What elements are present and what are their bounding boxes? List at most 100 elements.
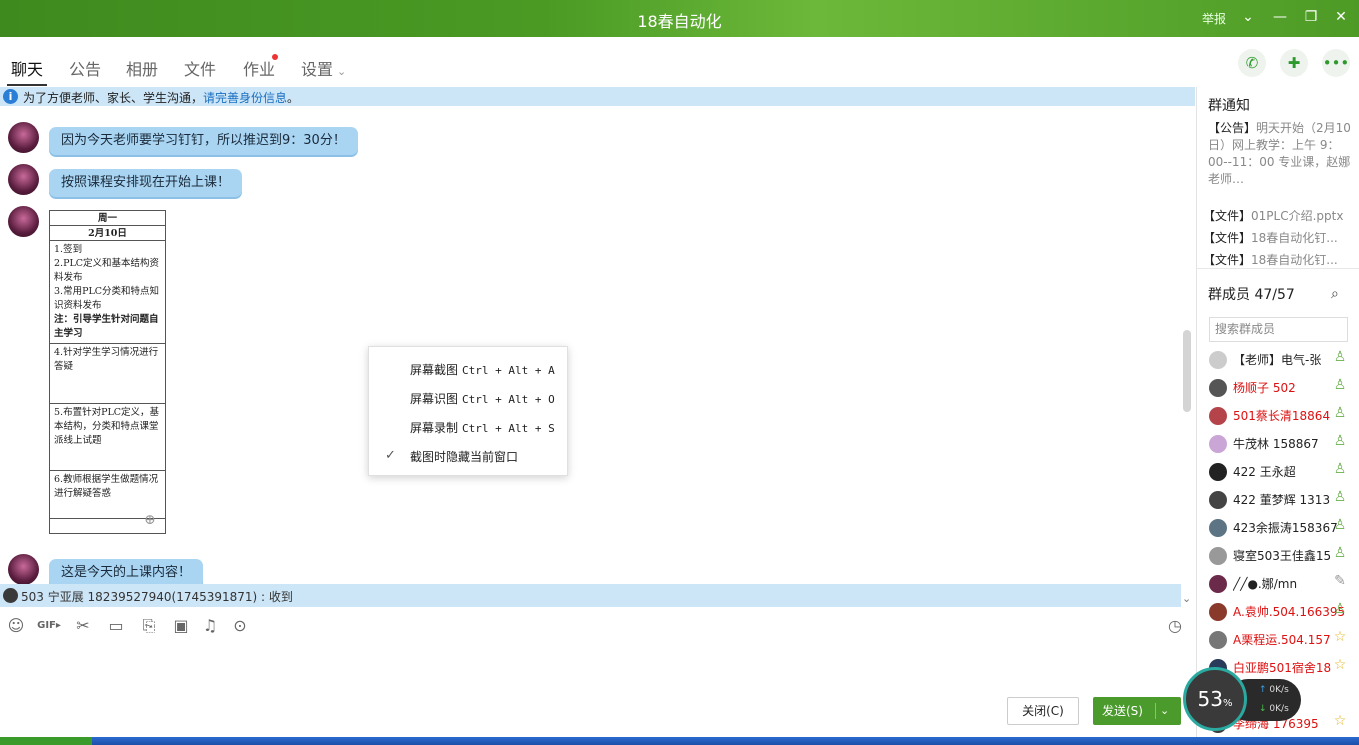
menu-item-screenshot[interactable]: 屏幕截图 Ctrl + Alt + A — [410, 361, 555, 378]
tab-announcement[interactable]: 公告 — [69, 56, 101, 80]
screenshot-icon[interactable]: ⎘ — [138, 614, 160, 638]
close-button[interactable]: 关闭(C) — [1007, 697, 1079, 725]
latest-message-bar[interactable]: 503 宁亚展 18239527940(1745391871) : 收到 ⌄ — [0, 584, 1191, 607]
edit-icon[interactable]: ✎ — [1331, 573, 1349, 589]
group-side-panel: 群通知 【公告】明天开始（2月10日）网上教学：上午 9：00--11：00 专… — [1196, 87, 1359, 745]
complete-identity-link[interactable]: 请完善身份信息 — [203, 91, 287, 105]
chevron-down-icon: ⌄ — [337, 65, 347, 78]
schedule-image[interactable]: 周一 2月10日 1.签到 2.PLC定义和基本结构资料发布 3.常用PLC分类… — [49, 210, 166, 534]
scissors-icon[interactable]: ✂ — [72, 614, 94, 638]
member-search-input[interactable]: 搜索群成员 — [1209, 317, 1348, 342]
avatar — [1209, 491, 1227, 509]
member-row[interactable]: A栗程运.504.157 ☆ — [1197, 626, 1359, 654]
member-row[interactable]: ╱╱●.娜/mn ✎ — [1197, 570, 1359, 598]
member-row[interactable]: 【老师】电气-张 ♙ — [1197, 346, 1359, 374]
message-bubble[interactable]: 因为今天老师要学习钉钉，所以推迟到9：30分！ — [49, 127, 358, 155]
active-tab-indicator — [7, 84, 47, 86]
report-link[interactable]: 举报 — [1202, 10, 1226, 27]
zoom-in-icon[interactable]: ⊕ — [144, 512, 160, 528]
search-icon[interactable]: ⌕ — [1331, 286, 1339, 302]
folder-icon[interactable]: ▭ — [105, 614, 127, 638]
chevron-down-icon[interactable]: ⌄ — [1182, 592, 1191, 605]
tab-album[interactable]: 相册 — [126, 56, 158, 80]
member-name: 422 董梦辉 1313 — [1233, 493, 1331, 507]
member-row[interactable]: 杨顺子 502 ♙ — [1197, 374, 1359, 402]
schedule-line: 4.针对学生学习情况进行答疑 — [54, 347, 159, 372]
avatar — [1209, 379, 1227, 397]
windows-taskbar[interactable] — [0, 737, 1359, 745]
tab-settings[interactable]: 设置 ⌄ — [301, 56, 346, 80]
gif-icon[interactable]: GIF▸ — [36, 614, 62, 638]
avatar[interactable] — [8, 206, 39, 237]
group-notice-text[interactable]: 【公告】明天开始（2月10日）网上教学：上午 9：00--11：00 专业课，赵… — [1208, 120, 1356, 188]
member-name: 杨顺子 502 — [1233, 381, 1296, 395]
chevron-down-icon[interactable]: ⌄ — [1238, 8, 1258, 26]
member-row[interactable]: 423余振涛158367 ♙ — [1197, 514, 1359, 542]
tab-settings-label: 设置 — [301, 60, 334, 79]
notice-text: 为了方便老师、家长、学生沟通，请完善身份信息。 — [23, 89, 299, 106]
close-icon[interactable]: ✕ — [1331, 8, 1351, 26]
avatar — [1209, 407, 1227, 425]
info-icon: i — [3, 89, 18, 104]
message-bubble[interactable]: 按照课程安排现在开始上课！ — [49, 169, 243, 197]
file-tag: 【文件】 — [1203, 253, 1252, 267]
add-chat-icon[interactable]: ✚ — [1280, 49, 1308, 77]
window-title: 18春自动化 — [637, 12, 722, 31]
schedule-cell: 5.布置针对PLC定义，基本结构，分类和特点课堂派线上试题 — [50, 404, 165, 471]
network-speed-widget[interactable]: ↑ 0K/s ↓ 0K/s 53% — [1183, 667, 1303, 733]
tab-chat[interactable]: 聊天 — [11, 56, 43, 80]
avatar — [1209, 435, 1227, 453]
history-icon[interactable]: ◷ — [1164, 614, 1186, 638]
menu-shortcut: Ctrl + Alt + A — [462, 364, 555, 377]
minimize-icon[interactable]: — — [1270, 8, 1290, 26]
schedule-line: 6.教师根据学生做题情况进行解疑答惑 — [54, 474, 159, 499]
person-star-icon: ♙ — [1333, 377, 1347, 393]
chat-message-area[interactable]: 因为今天老师要学习钉钉，所以推迟到9：30分！ 按照课程安排现在开始上课！ 周一… — [0, 106, 1181, 584]
member-name: 423余振涛158367 — [1233, 521, 1338, 535]
file-tag: 【文件】 — [1203, 231, 1252, 245]
member-row[interactable]: 寝室503王佳鑫15 ♙ — [1197, 542, 1359, 570]
person-icon: ♙ — [1333, 433, 1347, 449]
download-speed: ↓ 0K/s — [1259, 704, 1289, 714]
notice-suffix: 。 — [287, 91, 300, 105]
member-name: 牛茂林 158867 — [1233, 437, 1319, 451]
avatar[interactable] — [8, 122, 39, 153]
menu-item-screen-record[interactable]: 屏幕录制 Ctrl + Alt + S — [410, 419, 555, 436]
tab-homework[interactable]: 作业 — [243, 56, 275, 80]
avatar[interactable] — [8, 554, 39, 584]
member-name: ╱╱●.娜/mn — [1233, 577, 1298, 591]
phone-icon[interactable]: ✆ — [1238, 49, 1266, 77]
schedule-day: 周一 — [50, 211, 165, 226]
chevron-down-icon[interactable]: ⌄ — [1160, 697, 1169, 725]
schedule-line: 注：引导学生针对问题自主学习 — [54, 314, 159, 339]
emoji-icon[interactable]: ☺ — [5, 614, 27, 638]
schedule-line: 5.布置针对PLC定义，基本结构，分类和特点课堂派线上试题 — [54, 407, 160, 446]
restore-icon[interactable]: ❐ — [1301, 8, 1321, 26]
send-button[interactable]: 发送(S) ⌄ — [1093, 697, 1181, 725]
schedule-line: 1.签到 — [54, 244, 83, 255]
start-button[interactable] — [0, 737, 92, 745]
bell-icon[interactable]: ♫ — [199, 614, 221, 638]
chat-scrollbar[interactable] — [1183, 330, 1191, 412]
file-tag: 【文件】 — [1203, 209, 1252, 223]
avatar — [1209, 575, 1227, 593]
avatar[interactable] — [8, 164, 39, 195]
image-icon[interactable]: ▣ — [170, 614, 192, 638]
message-bubble[interactable]: 这是今天的上课内容！ — [49, 559, 204, 584]
member-row[interactable]: A.袁帅.504.1663952 ♙ — [1197, 598, 1359, 626]
more-icon[interactable]: ⊙ — [229, 614, 251, 638]
menu-item-screen-recognize[interactable]: 屏幕识图 Ctrl + Alt + O — [410, 390, 555, 407]
member-row[interactable]: 422 王永超 ♙ — [1197, 458, 1359, 486]
avatar — [1209, 603, 1227, 621]
menu-item-hide-window[interactable]: 截图时隐藏当前窗口 — [410, 448, 518, 465]
file-item[interactable]: 【文件】01PLC介绍.pptx — [1203, 207, 1355, 224]
file-item[interactable]: 【文件】18春自动化钉... — [1203, 229, 1355, 246]
tab-files[interactable]: 文件 — [184, 56, 216, 80]
member-name: A.袁帅.504.1663952 — [1233, 605, 1346, 619]
member-row[interactable]: 牛茂林 158867 ♙ — [1197, 430, 1359, 458]
member-row[interactable]: 501蔡长清18864 ♙ — [1197, 402, 1359, 430]
member-row[interactable]: 422 董梦辉 1313 ♙ — [1197, 486, 1359, 514]
file-item[interactable]: 【文件】18春自动化钉... — [1203, 251, 1355, 268]
file-name: 01PLC介绍.pptx — [1251, 209, 1344, 223]
more-icon[interactable]: ••• — [1322, 49, 1350, 77]
